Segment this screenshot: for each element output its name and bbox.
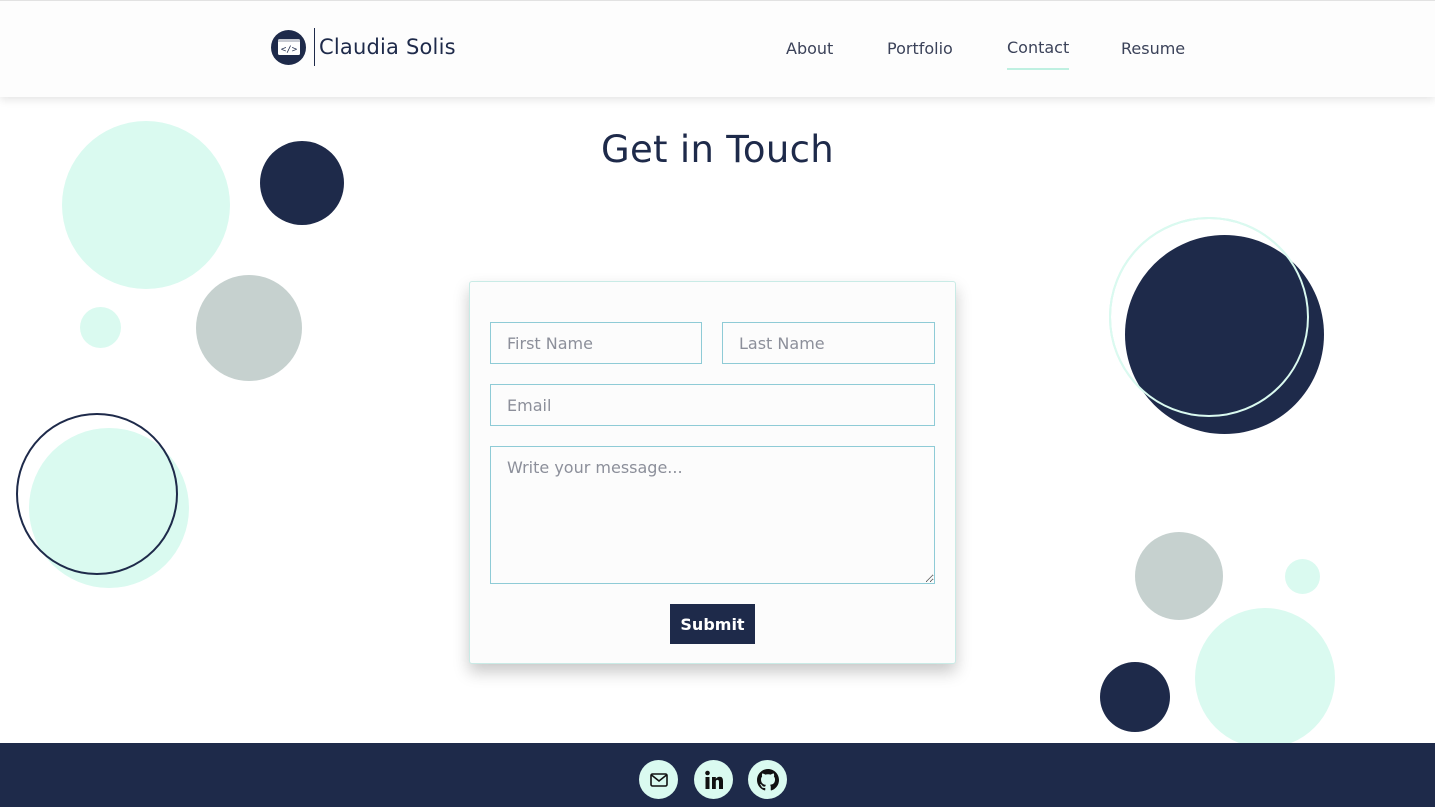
- decor-circle: [196, 275, 302, 381]
- svg-text:</>: </>: [280, 45, 297, 55]
- nav-about[interactable]: About: [786, 39, 833, 58]
- nav-contact[interactable]: Contact: [1007, 38, 1070, 70]
- mail-icon[interactable]: [639, 760, 678, 799]
- github-icon[interactable]: [748, 760, 787, 799]
- decor-circle: [80, 307, 121, 348]
- nav-resume[interactable]: Resume: [1121, 39, 1185, 58]
- site-header: </> Claudia Solis About Portfolio Contac…: [0, 0, 1435, 97]
- brand-name[interactable]: Claudia Solis: [319, 35, 456, 59]
- decor-ring-overlay: [1109, 217, 1309, 417]
- contact-form: Submit: [469, 281, 956, 664]
- decor-circle: [1285, 559, 1320, 594]
- decor-circle: [1135, 532, 1223, 620]
- last-name-input[interactable]: [722, 322, 935, 364]
- decor-circle: [1100, 662, 1170, 732]
- site-footer: [0, 743, 1435, 807]
- linkedin-icon[interactable]: [694, 760, 733, 799]
- decor-circle: [1195, 608, 1335, 748]
- email-input[interactable]: [490, 384, 935, 426]
- submit-button[interactable]: Submit: [670, 604, 755, 644]
- code-brackets-icon: </>: [271, 29, 306, 65]
- nav-portfolio[interactable]: Portfolio: [887, 39, 953, 58]
- decor-ring: [16, 413, 178, 575]
- first-name-input[interactable]: [490, 322, 702, 364]
- brand[interactable]: </> Claudia Solis: [271, 27, 456, 67]
- message-textarea[interactable]: [490, 446, 935, 584]
- page-title: Get in Touch: [601, 128, 834, 171]
- brand-divider: [314, 28, 315, 66]
